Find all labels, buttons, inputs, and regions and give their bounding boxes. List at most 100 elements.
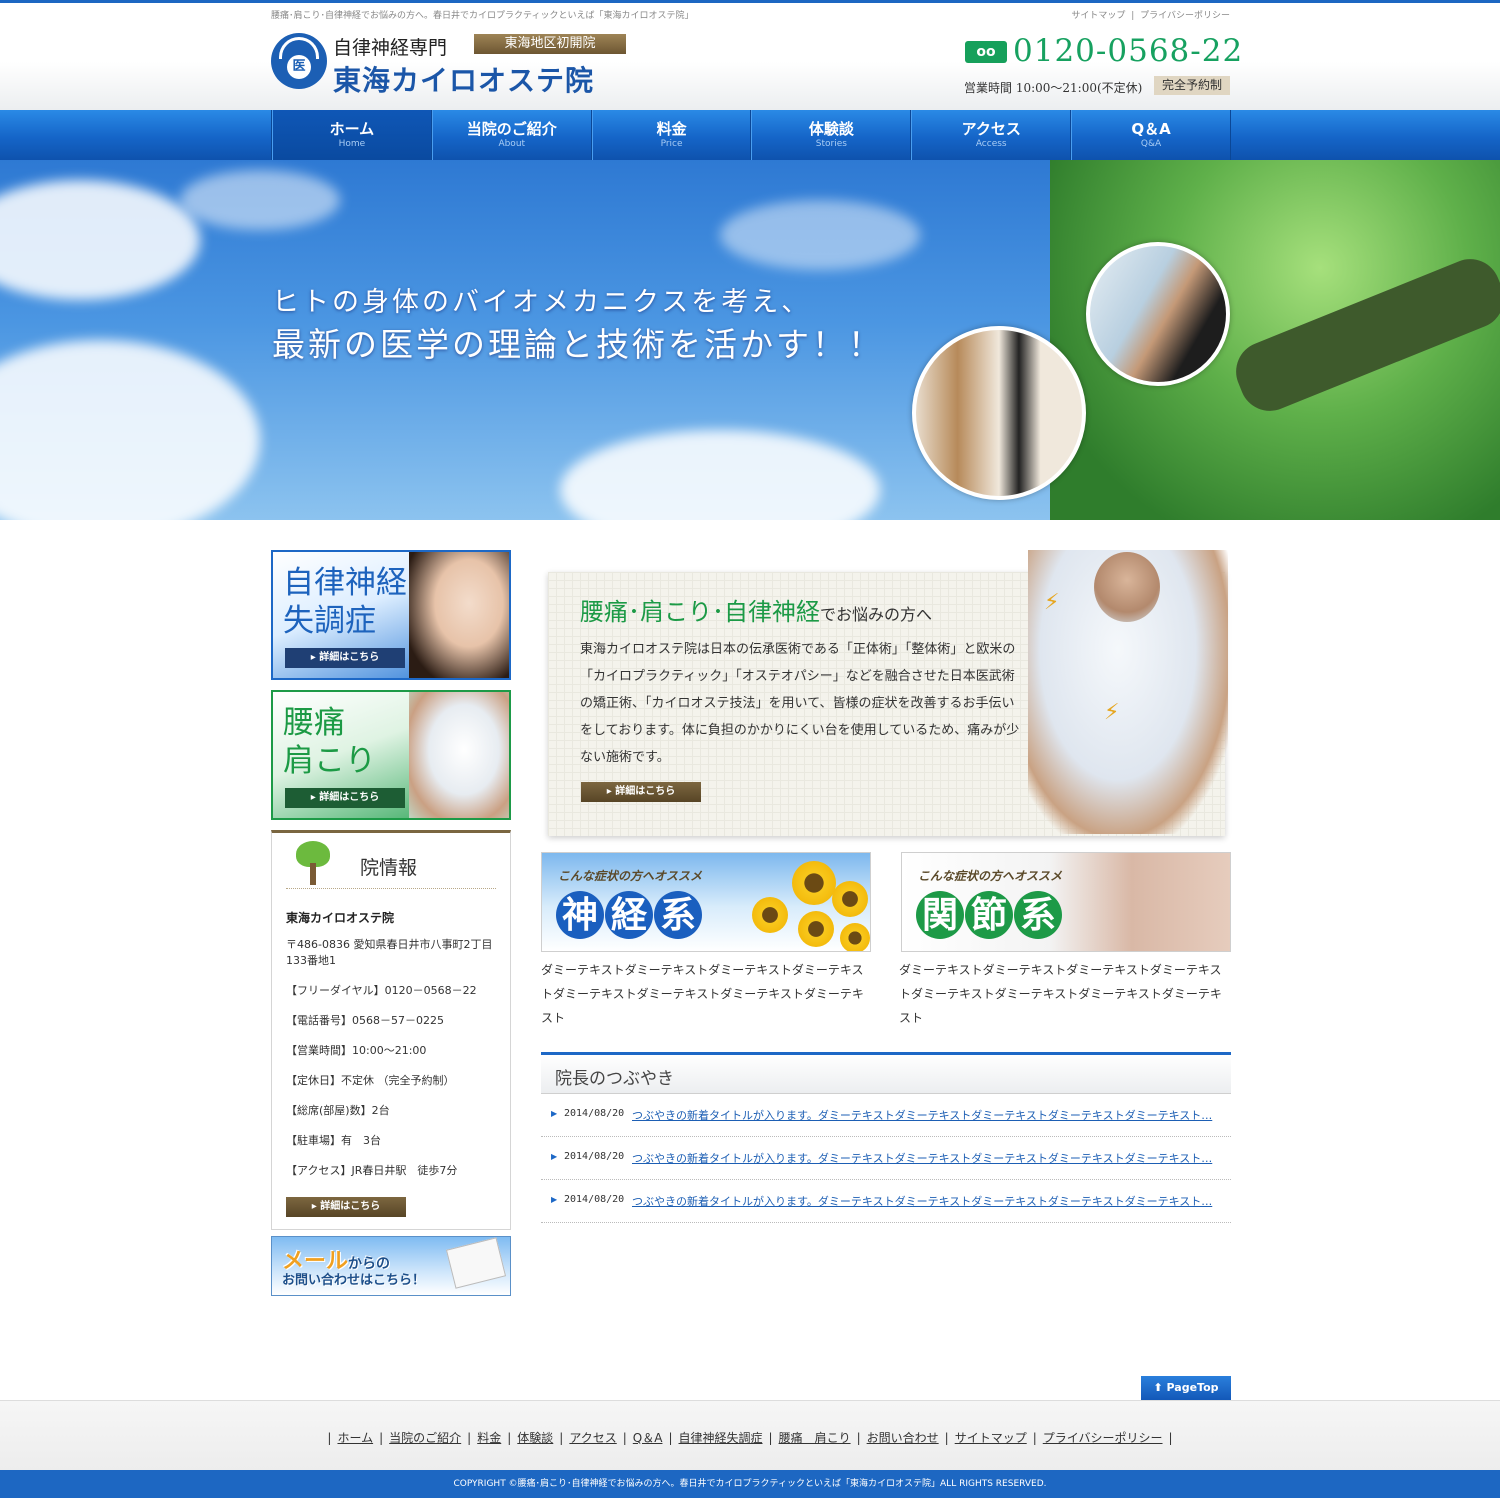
blog-item: ▶ 2014/08/20 つぶやきの新着タイトルが入ります。ダミーテキストダミー… [541, 1181, 1231, 1223]
card-eyebrow: こんな症状の方へオススメ [558, 869, 703, 883]
tree-stem [310, 863, 316, 885]
info-title: 院情報 [360, 857, 418, 879]
logo-badge: 東海地区初開院 [474, 34, 626, 54]
nav-item-about[interactable]: 当院のご紹介 About [431, 110, 592, 160]
logo-kanji: 医 [287, 55, 311, 79]
card-title-char: 経 [605, 891, 653, 939]
header-tagline: 腰痛･肩こり･自律神経でお悩みの方へ。春日井でカイロプラクティックといえば「東海… [271, 11, 694, 21]
nav-label: アクセス [961, 120, 1021, 138]
banner-title-line: 失調症 [283, 603, 376, 639]
footer-separator: | [379, 1431, 384, 1445]
sitemap-link[interactable]: サイトマップ [1071, 11, 1125, 21]
footer-separator: | [856, 1431, 861, 1445]
privacy-link[interactable]: プライバシーポリシー [1140, 11, 1230, 21]
nav-item-home[interactable]: ホーム Home [272, 110, 432, 160]
clinic-seats: 【総席(部屋)数】2台 [286, 1104, 390, 1117]
backpain-banner[interactable]: 腰痛 肩こり ▸ 詳細はこちら [271, 690, 511, 820]
footer-link-backpain[interactable]: 腰痛 肩こり [779, 1431, 851, 1445]
footer-link-privacy[interactable]: プライバシーポリシー [1043, 1431, 1163, 1445]
info-header: 院情報 [286, 839, 496, 889]
blog-title: 院長のつぶやき [555, 1069, 674, 1089]
intro-heading: 腰痛･肩こり･自律神経でお悩みの方へ [580, 592, 932, 627]
phone-number[interactable]: 0120-0568-22 [1013, 33, 1243, 69]
clinic-phone: 【電話番号】0568－57－0225 [286, 1014, 444, 1027]
clinic-name: 東海カイロオステ院 [286, 911, 395, 925]
blog-item: ▶ 2014/08/20 つぶやきの新着タイトルが入ります。ダミーテキストダミー… [541, 1095, 1231, 1137]
logo-subtitle: 自律神経専門 [333, 37, 448, 59]
back-pain-photo [409, 692, 509, 818]
blog-link[interactable]: つぶやきの新着タイトルが入ります。ダミーテキストダミーテキストダミーテキストダミ… [632, 1193, 1212, 1209]
footer-link-access[interactable]: アクセス [569, 1431, 616, 1445]
nav-label: 料金 [656, 120, 687, 138]
detail-button[interactable]: ▸ 詳細はこちら [285, 648, 405, 668]
mail-contact-banner[interactable]: メールからの お問い合わせはこちら！ [271, 1236, 511, 1296]
sunflower [840, 923, 870, 951]
banner-title-line: 肩こり [283, 743, 376, 779]
card-title: 関節系 [916, 891, 1063, 939]
footer-separator: | [1168, 1431, 1173, 1445]
pain-bolt-icon: ⚡ [1044, 590, 1060, 615]
banner-title: 自律神経 失調症 [283, 564, 407, 640]
mail-banner-line2: お問い合わせはこちら！ [282, 1273, 426, 1288]
main-nav: ホーム Home 当院のご紹介 About 料金 Price 体験談 Stori… [0, 110, 1500, 160]
nav-item-qa[interactable]: Q＆A Q&A [1071, 110, 1231, 160]
treatment-photo [1086, 242, 1230, 386]
nav-item-access[interactable]: アクセス Access [911, 110, 1072, 160]
nerve-card-text: ダミーテキストダミーテキストダミーテキストダミーテキストダミーテキストダミーテキ… [541, 963, 864, 1025]
footer-link-sitemap[interactable]: サイトマップ [955, 1431, 1027, 1445]
arrow-icon: ▶ [551, 1109, 558, 1118]
nav-item-stories[interactable]: 体験談 Stories [751, 110, 912, 160]
card-title-char: 系 [1014, 891, 1062, 939]
nav-sublabel: Home [338, 139, 366, 149]
arrow-icon: ▶ [551, 1152, 558, 1161]
footer-link-qa[interactable]: Q＆A [633, 1431, 663, 1445]
footer-separator: | [559, 1431, 564, 1445]
clinic-address: 〒486-0836 愛知県春日井市八事町2丁目133番地1 [286, 938, 493, 967]
logo-icon[interactable]: 医 [271, 33, 327, 89]
site-header: 腰痛･肩こり･自律神経でお悩みの方へ。春日井でカイロプラクティックといえば「東海… [0, 3, 1500, 110]
man-head-image [1094, 552, 1160, 622]
card-title-char: 神 [556, 891, 604, 939]
clinic-freedial: 【フリーダイヤル】0120－0568－22 [286, 984, 477, 997]
business-hours: 営業時間 10:00～21:00(不定休) [964, 81, 1143, 95]
utility-links: サイトマップ | プライバシーポリシー [1068, 8, 1230, 21]
banner-title: 腰痛 肩こり [283, 704, 376, 780]
nav-item-price[interactable]: 料金 Price [591, 110, 752, 160]
footer-link-home[interactable]: ホーム [337, 1431, 373, 1445]
cloud-image [0, 180, 200, 300]
intro-detail-button[interactable]: ▸ 詳細はこちら [581, 782, 701, 802]
envelope-icon [445, 1237, 507, 1289]
card-title-char: 系 [654, 891, 702, 939]
joint-card[interactable]: こんな症状の方へオススメ 関節系 [901, 852, 1231, 952]
nav-sublabel: Price [660, 139, 683, 149]
clinic-holiday: 【定休日】不定休 （完全予約制） [286, 1074, 455, 1087]
nav-sublabel: Access [975, 139, 1007, 149]
footer-separator: | [944, 1431, 949, 1445]
woman-photo [409, 552, 509, 678]
cloud-image [560, 430, 880, 520]
footer-link-contact[interactable]: お問い合わせ [867, 1431, 939, 1445]
nerve-card[interactable]: こんな症状の方へオススメ 神経系 [541, 852, 871, 952]
sunflower [792, 861, 836, 905]
footer-link-autonomic[interactable]: 自律神経失調症 [679, 1431, 763, 1445]
footer-link-price[interactable]: 料金 [477, 1431, 501, 1445]
blog-link[interactable]: つぶやきの新着タイトルが入ります。ダミーテキストダミーテキストダミーテキストダミ… [632, 1107, 1212, 1123]
clinic-parking: 【駐車場】有 3台 [286, 1134, 381, 1147]
pagetop-button[interactable]: ⬆ PageTop [1141, 1376, 1231, 1400]
detail-button[interactable]: ▸ 詳細はこちら [285, 788, 405, 808]
footer-link-about[interactable]: 当院のご紹介 [389, 1431, 461, 1445]
card-title: 神経系 [556, 891, 703, 939]
blog-date: 2014/08/20 [564, 1194, 625, 1205]
blog-header: 院長のつぶやき [541, 1052, 1231, 1094]
blog-link[interactable]: つぶやきの新着タイトルが入ります。ダミーテキストダミーテキストダミーテキストダミ… [632, 1150, 1212, 1166]
posture-photo [912, 326, 1086, 500]
autonomic-nerve-banner[interactable]: 自律神経 失調症 ▸ 詳細はこちら [271, 550, 511, 680]
arrow-icon: ▶ [551, 1195, 558, 1204]
blog-date: 2014/08/20 [564, 1151, 625, 1162]
footer-link-stories[interactable]: 体験談 [517, 1431, 553, 1445]
footer-separator: | [768, 1431, 773, 1445]
blog-item: ▶ 2014/08/20 つぶやきの新着タイトルが入ります。ダミーテキストダミー… [541, 1138, 1231, 1180]
logo-title[interactable]: 東海カイロオステ院 [333, 59, 594, 99]
nav-sublabel: Stories [815, 139, 847, 149]
info-detail-button[interactable]: ▸ 詳細はこちら [286, 1197, 406, 1217]
